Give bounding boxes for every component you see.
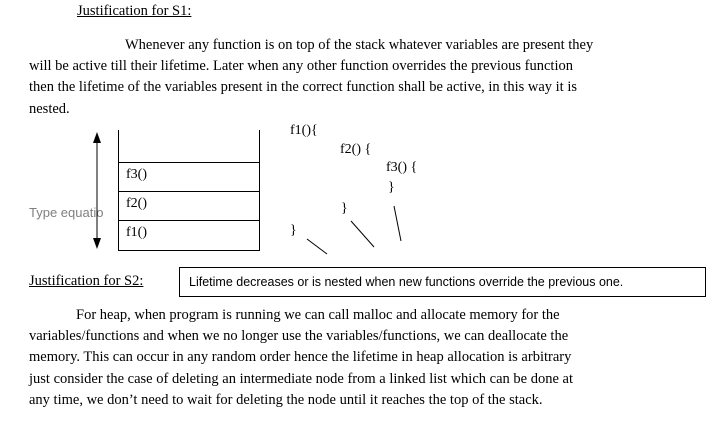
s2-line-2: variables/functions and when we no longe… [29,328,569,345]
s2-heading: Justification for S2: [29,273,144,289]
s2-answer-box[interactable]: Lifetime decreases or is nested when new… [179,267,706,297]
scope-line-f1 [306,238,328,255]
s2-line-3: memory. This can occur in any random ord… [29,349,572,366]
scope-line-f3 [393,205,402,242]
s2-line-1: For heap, when program is running we can… [76,307,560,323]
scope-line-f2 [350,220,375,248]
s2-line-4: just consider the case of deleting an in… [29,370,573,387]
s2-paragraph: For heap, when program is running we can… [29,305,669,411]
s2-line-5: any time, we don’t need to wait for dele… [29,391,543,408]
lifetime-double-arrow [93,132,101,249]
